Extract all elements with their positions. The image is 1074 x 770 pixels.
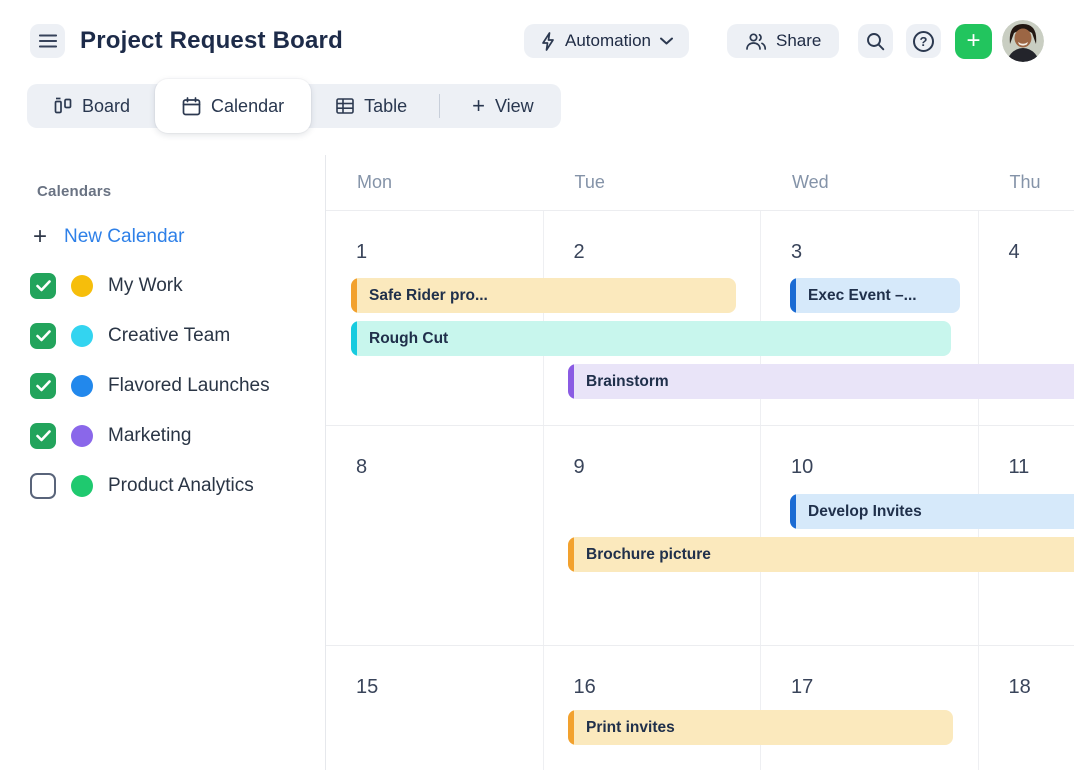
- automation-label: Automation: [565, 31, 651, 51]
- event-exec-event[interactable]: Exec Event –...: [790, 278, 960, 313]
- week-row-3: 15 16 17 18: [326, 645, 1074, 770]
- sidebar-heading: Calendars: [37, 183, 325, 200]
- tab-table[interactable]: Table: [313, 84, 430, 128]
- calendar-item-flavored-launches[interactable]: Flavored Launches: [30, 372, 325, 399]
- tab-divider: [439, 94, 440, 118]
- calendar-color-dot: [71, 375, 93, 397]
- event-brainstorm[interactable]: Brainstorm: [568, 364, 1074, 399]
- view-tabbar: Board Calendar Table + View: [27, 84, 561, 128]
- calendar-item-marketing[interactable]: Marketing: [30, 422, 325, 449]
- tab-calendar[interactable]: Calendar: [155, 79, 311, 133]
- checkbox[interactable]: [30, 423, 56, 449]
- day-cell[interactable]: 10: [761, 426, 979, 645]
- calendar-item-creative-team[interactable]: Creative Team: [30, 322, 325, 349]
- event-rough-cut[interactable]: Rough Cut: [351, 321, 951, 356]
- event-brochure-picture[interactable]: Brochure picture: [568, 537, 1074, 572]
- calendar-item-label: My Work: [108, 275, 183, 297]
- check-icon: [36, 380, 51, 392]
- plus-icon: +: [472, 95, 485, 117]
- plus-icon: +: [33, 225, 47, 249]
- people-icon: [745, 32, 767, 50]
- share-button[interactable]: Share: [727, 24, 839, 58]
- event-title: Safe Rider pro...: [369, 287, 488, 305]
- checkbox[interactable]: [30, 473, 56, 499]
- check-icon: [36, 280, 51, 292]
- search-button[interactable]: [858, 24, 893, 58]
- calendar-color-dot: [71, 325, 93, 347]
- week-row-2: 8 9 10 11: [326, 425, 1074, 645]
- tab-board-label: Board: [82, 96, 130, 117]
- day-cell[interactable]: 15: [326, 646, 544, 770]
- calendar-grid: Mon Tue Wed Thu 1 2 3 4 8 9 10 11 15 16 …: [325, 155, 1074, 770]
- event-title: Develop Invites: [808, 503, 922, 521]
- lightning-icon: [540, 32, 556, 51]
- user-avatar[interactable]: [1002, 20, 1044, 62]
- day-cell[interactable]: 11: [979, 426, 1074, 645]
- tab-board[interactable]: Board: [31, 84, 153, 128]
- help-icon: ?: [913, 31, 934, 52]
- event-title: Rough Cut: [369, 330, 448, 348]
- menu-button[interactable]: [30, 24, 65, 58]
- calendar-color-dot: [71, 475, 93, 497]
- add-button[interactable]: +: [955, 24, 992, 59]
- plus-icon: +: [966, 29, 980, 53]
- check-icon: [36, 430, 51, 442]
- hamburger-icon: [39, 34, 57, 48]
- checkbox[interactable]: [30, 273, 56, 299]
- tab-table-label: Table: [364, 96, 407, 117]
- day-cell[interactable]: 8: [326, 426, 544, 645]
- day-cell[interactable]: 9: [544, 426, 762, 645]
- new-calendar-button[interactable]: + New Calendar: [33, 225, 325, 249]
- tab-calendar-label: Calendar: [211, 96, 284, 117]
- day-cell[interactable]: 16: [544, 646, 762, 770]
- calendar-icon: [182, 97, 201, 116]
- checkbox[interactable]: [30, 373, 56, 399]
- calendar-item-label: Creative Team: [108, 325, 230, 347]
- day-header-thu: Thu: [979, 172, 1074, 193]
- event-title: Brainstorm: [586, 373, 669, 391]
- event-title: Brochure picture: [586, 546, 711, 564]
- checkbox[interactable]: [30, 323, 56, 349]
- page-title: Project Request Board: [80, 27, 343, 55]
- day-cell[interactable]: 18: [979, 646, 1074, 770]
- calendar-item-product-analytics[interactable]: Product Analytics: [30, 472, 325, 499]
- day-header-mon: Mon: [326, 172, 544, 193]
- calendar-item-label: Marketing: [108, 425, 191, 447]
- day-cell[interactable]: 1: [326, 211, 544, 425]
- tab-add-view[interactable]: + View: [449, 84, 557, 128]
- day-header-wed: Wed: [761, 172, 979, 193]
- event-title: Exec Event –...: [808, 287, 917, 305]
- calendar-item-label: Flavored Launches: [108, 375, 270, 397]
- day-header-tue: Tue: [544, 172, 762, 193]
- chevron-down-icon: [660, 37, 673, 45]
- automation-button[interactable]: Automation: [524, 24, 689, 58]
- avatar-photo: [1002, 20, 1044, 62]
- calendar-item-label: Product Analytics: [108, 475, 254, 497]
- event-develop-invites[interactable]: Develop Invites: [790, 494, 1074, 529]
- event-print-invites[interactable]: Print invites: [568, 710, 953, 745]
- event-safe-rider[interactable]: Safe Rider pro...: [351, 278, 736, 313]
- board-icon: [54, 97, 72, 115]
- calendar-color-dot: [71, 275, 93, 297]
- help-button[interactable]: ?: [906, 24, 941, 58]
- event-title: Print invites: [586, 719, 675, 737]
- calendars-sidebar: Calendars + New Calendar My Work Creativ…: [0, 155, 325, 499]
- share-label: Share: [776, 31, 821, 51]
- new-calendar-label: New Calendar: [64, 226, 184, 248]
- check-icon: [36, 330, 51, 342]
- search-icon: [866, 32, 885, 51]
- day-header-row: Mon Tue Wed Thu: [326, 155, 1074, 210]
- calendar-item-my-work[interactable]: My Work: [30, 272, 325, 299]
- tab-view-label: View: [495, 96, 534, 117]
- day-cell[interactable]: 17: [761, 646, 979, 770]
- calendar-color-dot: [71, 425, 93, 447]
- table-icon: [336, 98, 354, 114]
